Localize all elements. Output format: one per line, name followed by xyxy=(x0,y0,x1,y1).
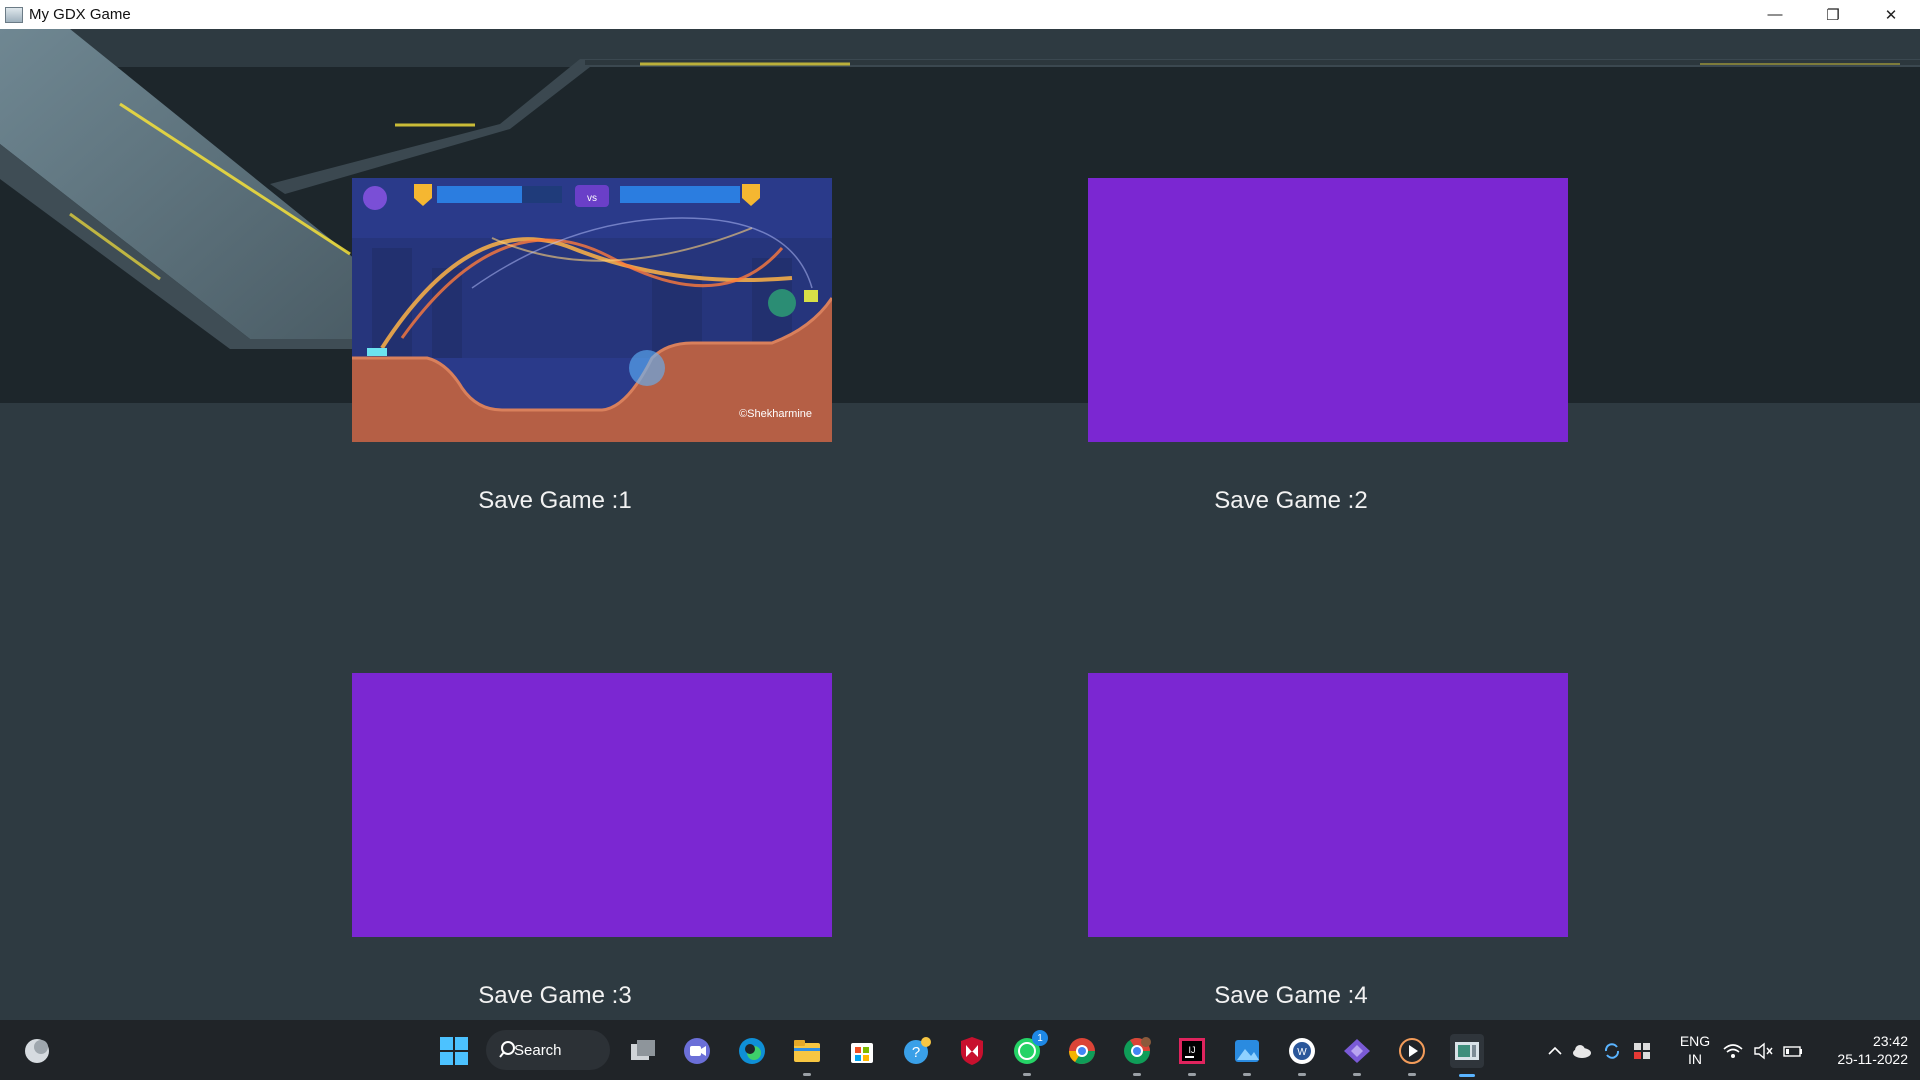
save-slot-4-label[interactable]: Save Game :4 xyxy=(1051,982,1531,1010)
clock-date: 25-11-2022 xyxy=(1837,1051,1908,1067)
game-preview-image: vs xyxy=(352,178,832,442)
battery-icon[interactable] xyxy=(1776,1034,1810,1068)
search-icon xyxy=(499,1041,515,1058)
language-indicator[interactable]: ENG IN xyxy=(1672,1032,1718,1068)
volume-muted-icon[interactable] xyxy=(1746,1034,1780,1068)
window-title-bar: My GDX Game — ❐ ✕ xyxy=(0,0,1920,29)
task-view-icon[interactable] xyxy=(626,1034,660,1068)
window-title: My GDX Game xyxy=(29,6,131,23)
search-label: Search xyxy=(514,1041,562,1059)
intellij-icon[interactable]: IJ xyxy=(1175,1034,1209,1076)
gdx-game-icon[interactable] xyxy=(1450,1034,1484,1077)
language-label: ENG xyxy=(1679,1033,1711,1049)
taskbar-search-box[interactable]: Search xyxy=(486,1030,610,1070)
clock-time: 23:42 xyxy=(1872,1033,1908,1049)
restore-button[interactable]: ❐ xyxy=(1804,0,1862,29)
game-canvas: vs ©Shekharmine Save Game :1 Save Game :… xyxy=(0,29,1920,1020)
taskbar: Search ? 1 IJ W ENG IN 23:42 25-11-2022 xyxy=(0,1020,1920,1080)
background-decoration xyxy=(0,29,1920,349)
photos-icon[interactable] xyxy=(1230,1034,1264,1076)
save-slot-1-label[interactable]: Save Game :1 xyxy=(315,487,795,515)
thumbnail-credit: ©Shekharmine xyxy=(739,408,812,420)
minimize-button[interactable]: — xyxy=(1746,0,1804,29)
media-player-icon[interactable] xyxy=(1395,1034,1429,1076)
clock[interactable]: 23:42 25-11-2022 xyxy=(1818,1032,1908,1068)
save-slot-1-thumbnail[interactable]: vs ©Shekharmine xyxy=(352,178,832,442)
svg-text:?: ? xyxy=(912,1044,920,1061)
vs-label: vs xyxy=(587,193,597,204)
help-icon[interactable]: ? xyxy=(900,1034,934,1068)
save-slot-3-label[interactable]: Save Game :3 xyxy=(315,982,795,1010)
store-icon[interactable] xyxy=(845,1034,879,1068)
edge-icon[interactable] xyxy=(735,1034,769,1068)
window-controls: — ❐ ✕ xyxy=(1746,0,1920,29)
teams-chat-icon[interactable] xyxy=(680,1034,714,1068)
chrome-profile-icon[interactable] xyxy=(1120,1034,1154,1076)
sync-icon[interactable] xyxy=(1595,1034,1629,1068)
start-icon[interactable] xyxy=(437,1034,471,1068)
whatsapp-badge: 1 xyxy=(1032,1030,1048,1046)
chrome-icon[interactable] xyxy=(1065,1034,1099,1068)
app-icon xyxy=(5,6,23,23)
visual-studio-icon[interactable] xyxy=(1340,1034,1374,1076)
save-slot-2-thumbnail[interactable] xyxy=(1088,178,1568,442)
region-label: IN xyxy=(1688,1051,1702,1067)
save-slot-3-thumbnail[interactable] xyxy=(352,673,832,937)
save-slot-4-thumbnail[interactable] xyxy=(1088,673,1568,937)
wifi-icon[interactable] xyxy=(1716,1034,1750,1068)
close-button[interactable]: ✕ xyxy=(1862,0,1920,29)
app-tray-icon[interactable] xyxy=(1625,1034,1659,1068)
onedrive-icon[interactable] xyxy=(1565,1034,1599,1068)
svg-text:IJ: IJ xyxy=(1188,1045,1195,1055)
weather-widget-icon[interactable] xyxy=(20,1034,54,1068)
word-icon[interactable]: W xyxy=(1285,1034,1319,1076)
svg-text:W: W xyxy=(1297,1047,1307,1058)
file-explorer-icon[interactable] xyxy=(790,1034,824,1076)
mcafee-icon[interactable] xyxy=(955,1034,989,1068)
whatsapp-icon[interactable]: 1 xyxy=(1010,1030,1048,1076)
save-slot-2-label[interactable]: Save Game :2 xyxy=(1051,487,1531,515)
